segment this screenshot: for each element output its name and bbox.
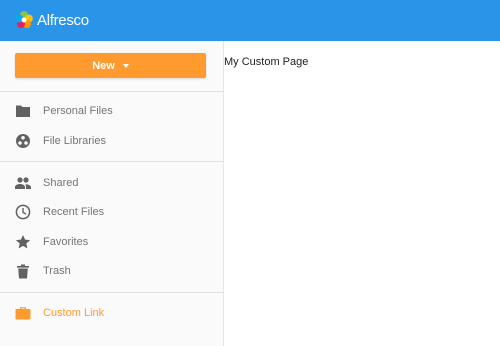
sidebar-item-label: Trash	[43, 265, 71, 277]
libraries-icon	[15, 133, 31, 149]
sidebar-divider	[0, 292, 223, 293]
sidebar-item-label: Recent Files	[43, 206, 105, 218]
logo-text: Alfresco	[37, 11, 89, 29]
caret-down-icon	[122, 63, 129, 68]
app-header: Alfresco	[0, 0, 500, 41]
folder-icon	[15, 103, 31, 119]
sidebar-item-custom-link[interactable]: Custom Link	[0, 299, 223, 327]
alfresco-logo[interactable]: Alfresco	[13, 9, 89, 31]
sidebar-item-label: Custom Link	[43, 307, 105, 319]
trash-icon	[15, 263, 31, 279]
sidebar-item-trash[interactable]: Trash	[0, 257, 223, 285]
briefcase-icon	[15, 305, 31, 321]
sidebar-item-personal-files[interactable]: Personal Files	[0, 97, 223, 125]
sidebar-item-favorites[interactable]: Favorites	[0, 228, 223, 256]
clock-icon	[15, 204, 31, 220]
star-icon	[15, 234, 31, 250]
new-button-wrap: New	[15, 53, 206, 78]
main-content: My Custom Page	[224, 41, 500, 346]
new-button-label: New	[92, 59, 115, 72]
sidebar-item-label: Shared	[43, 177, 79, 189]
sidebar-item-label: Favorites	[43, 236, 89, 248]
sidebar-item-file-libraries[interactable]: File Libraries	[0, 127, 223, 155]
sidebar-item-label: File Libraries	[43, 135, 106, 147]
sidebar-item-recent-files[interactable]: Recent Files	[0, 198, 223, 226]
new-button[interactable]: New	[15, 53, 206, 78]
sidebar-item-shared[interactable]: Shared	[0, 169, 223, 197]
alfresco-flower-icon	[15, 11, 33, 28]
people-icon	[15, 175, 31, 191]
sidebar-divider	[0, 91, 223, 92]
sidebar: New Personal Files File Libraries Shared…	[0, 41, 224, 346]
sidebar-divider	[0, 161, 223, 162]
sidebar-item-label: Personal Files	[43, 105, 113, 117]
page-content-text: My Custom Page	[224, 56, 309, 68]
